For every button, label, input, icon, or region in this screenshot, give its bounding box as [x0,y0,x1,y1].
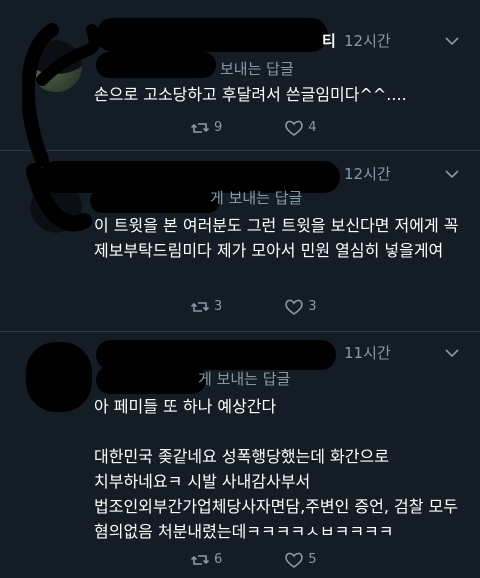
heart-icon [285,299,304,315]
like-count: 3 [308,299,317,314]
retweet-button[interactable]: 9 [190,118,222,138]
reply-to-label: 게 보내는 답글 [198,370,291,388]
like-button[interactable]: 5 [284,550,317,570]
tweet[interactable]: 12시간 게 보내는 답글 이 트윗을 본 여러분도 그런 트윗을 보신다면 저… [0,151,480,332]
tweet[interactable]: 11시간 게 보내는 답글 아 페미들 또 하나 예상간다 대한민국 좆같네요 … [0,332,480,578]
retweet-count: 6 [214,552,223,567]
chevron-down-icon[interactable] [444,166,460,182]
like-button[interactable]: 4 [284,118,317,138]
chevron-down-icon[interactable] [444,345,460,361]
retweet-icon [190,555,210,565]
retweet-icon [190,302,210,312]
avatar-redaction [26,342,92,412]
retweet-count: 9 [214,120,223,135]
tweet-text: 아 페미들 또 하나 예상간다 대한민국 좆같네요 성폭행당했는데 화간으로 치… [94,397,458,541]
reply-to-label: 게 보내는 답글 [210,189,303,207]
heart-icon [285,552,304,568]
tweet-actions: 3 3 [190,297,379,317]
reply-redaction [96,52,216,78]
heart-icon [285,120,304,136]
tweet-text: 손으로 고소당하고 후달려서 쓴글임미다^^.... [94,85,407,104]
timestamp[interactable]: 12시간 [344,163,391,184]
tweet-text: 이 트윗을 본 여러분도 그런 트윗을 보신다면 저에게 꼭 제보부탁드림미다 … [94,216,464,260]
timestamp[interactable]: 12시간 [344,30,391,51]
reply-redaction [96,366,206,394]
name-redaction [96,18,328,52]
reply-to-label: 보내는 답글 [220,60,294,78]
like-count: 5 [308,552,317,567]
reply-redaction [90,189,220,213]
retweet-count: 3 [214,299,223,314]
retweet-button[interactable]: 6 [190,550,222,570]
retweet-button[interactable]: 3 [190,297,222,317]
tweet[interactable]: 티 12시간 보내는 답글 손으로 고소당하고 후달려서 쓴글임미다^^....… [0,0,480,167]
like-count: 4 [308,120,317,135]
like-button[interactable]: 3 [284,297,317,317]
chevron-down-icon[interactable] [444,33,460,49]
tweet-actions: 6 5 [190,550,379,570]
tweet-actions: 9 4 [190,118,379,138]
retweet-icon [190,123,210,133]
timestamp[interactable]: 11시간 [344,342,391,363]
display-name[interactable]: 티 [322,30,336,51]
